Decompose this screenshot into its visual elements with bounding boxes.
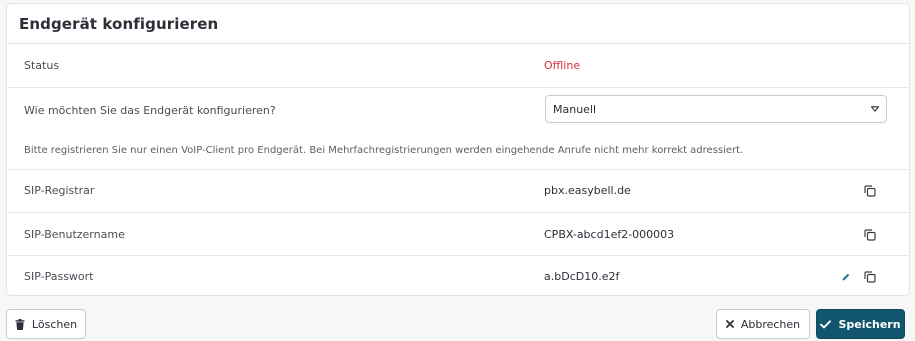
status-row: Status Offline bbox=[7, 45, 909, 88]
config-row: Wie möchten Sie das Endgerät konfigurier… bbox=[7, 88, 909, 170]
card-title: Endgerät konfigurieren bbox=[19, 14, 219, 33]
cancel-button[interactable]: Abbrechen bbox=[716, 309, 810, 339]
copy-icon bbox=[864, 229, 876, 241]
sip-registrar-row: SIP-Registrar pbx.easybell.de bbox=[7, 170, 909, 213]
config-mode-select[interactable]: Manuell bbox=[545, 95, 887, 123]
sip-registrar-value: pbx.easybell.de bbox=[544, 184, 631, 197]
x-icon bbox=[725, 320, 734, 328]
sip-registrar-label: SIP-Registrar bbox=[24, 184, 95, 197]
copy-password-button[interactable] bbox=[862, 269, 878, 285]
save-label: Speichern bbox=[838, 317, 901, 331]
edit-password-button[interactable] bbox=[838, 269, 854, 285]
sip-password-value: a.bDcD10.e2f bbox=[544, 270, 620, 283]
copy-icon bbox=[864, 271, 876, 283]
copy-username-button[interactable] bbox=[862, 227, 878, 243]
sip-password-label: SIP-Passwort bbox=[24, 270, 94, 283]
sip-username-value: CPBX-abcd1ef2-000003 bbox=[544, 228, 675, 241]
caret-down-icon bbox=[871, 106, 879, 112]
check-icon bbox=[820, 319, 832, 329]
status-value: Offline bbox=[544, 59, 581, 72]
sip-username-row: SIP-Benutzername CPBX-abcd1ef2-000003 bbox=[7, 213, 909, 256]
copy-icon bbox=[864, 185, 876, 197]
device-config-card: Endgerät konfigurieren Status Offline Wi… bbox=[6, 3, 910, 296]
trash-icon bbox=[15, 318, 25, 330]
config-mode-selected: Manuell bbox=[553, 102, 597, 116]
sip-password-row: SIP-Passwort a.bDcD10.e2f bbox=[7, 256, 909, 296]
copy-registrar-button[interactable] bbox=[862, 183, 878, 199]
pencil-icon bbox=[842, 273, 850, 281]
card-header: Endgerät konfigurieren bbox=[7, 4, 909, 44]
config-label: Wie möchten Sie das Endgerät konfigurier… bbox=[24, 104, 276, 117]
registration-hint: Bitte registrieren Sie nur einen VoIP-Cl… bbox=[24, 145, 744, 156]
sip-username-label: SIP-Benutzername bbox=[24, 228, 125, 241]
delete-button[interactable]: Löschen bbox=[6, 309, 86, 339]
save-button[interactable]: Speichern bbox=[816, 309, 905, 339]
cancel-label: Abbrechen bbox=[740, 317, 801, 331]
status-label: Status bbox=[24, 59, 60, 72]
delete-label: Löschen bbox=[31, 317, 78, 331]
